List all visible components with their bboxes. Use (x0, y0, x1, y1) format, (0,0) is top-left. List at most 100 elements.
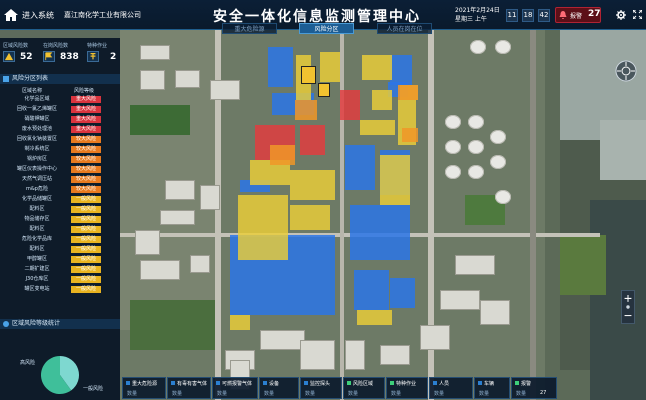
risk-level-badge: 较大风险 (71, 186, 101, 193)
zone-name: 物品储存区 (24, 216, 50, 222)
layer-toggle-card[interactable]: 监控探头数量 (300, 377, 342, 399)
stat-value: 2 (110, 52, 117, 62)
status-square-icon (433, 381, 437, 385)
tab-personnel[interactable]: 人员在岗在位 (377, 23, 432, 34)
zone-name: 回收一氯乙烯罐区 (16, 106, 57, 112)
list-icon (3, 76, 9, 82)
card-subtitle: 数量 (479, 391, 490, 397)
clock-hours: 11 (506, 9, 518, 22)
card-subtitle: 数量 (264, 391, 275, 397)
risk-zone-row[interactable]: 配料区 一般风险 (3, 205, 117, 213)
home-icon[interactable] (4, 9, 18, 21)
stat-card-area-risk: 区域风险数 52 (0, 40, 40, 65)
stat-value: 52 (20, 52, 33, 62)
risk-pie-chart (40, 356, 79, 394)
clock-seconds: 42 (538, 9, 550, 22)
card-subtitle: 数量 (516, 391, 527, 397)
layer-toggle-card[interactable]: 可燃报警气体 数量 (212, 377, 258, 399)
risk-zone-row[interactable]: J30仓库区 一般风险 (3, 275, 117, 283)
risk-zone-row[interactable]: 锅炉房区 较大风险 (3, 155, 117, 163)
card-title: 报警 (521, 381, 532, 387)
risk-zone-row[interactable]: 化学品储罐区 一般风险 (3, 195, 117, 203)
tab-risk-zones[interactable]: 风险分区 (299, 23, 354, 34)
status-square-icon (515, 381, 519, 385)
risk-zone-row[interactable]: 二期扩建区 一般风险 (3, 265, 117, 273)
risk-level-badge: 较大风险 (71, 176, 101, 183)
zone-name: m&p危险 (26, 186, 48, 192)
company-name: 嘉江南化学工业有限公司 (64, 11, 141, 19)
layer-toggle-card[interactable]: 有毒有害气体数量 (167, 377, 211, 399)
fullscreen-icon[interactable] (633, 10, 642, 19)
stat-card-duty-risk: 在岗风险数 838 (40, 40, 82, 65)
risk-zone-row[interactable]: 硝酸钾罐区 重大风险 (3, 115, 117, 123)
card-subtitle: 数量 (348, 391, 359, 397)
risk-level-badge: 一般风险 (71, 196, 101, 203)
chart-icon (3, 321, 9, 327)
risk-zone-row[interactable]: 制冷系统区 较大风险 (3, 145, 117, 153)
risk-zone-row[interactable]: 物品储存区 一般风险 (3, 215, 117, 223)
risk-level-badge: 一般风险 (71, 236, 101, 243)
risk-zone-row[interactable]: 配料区 一般风险 (3, 245, 117, 253)
tab-major-hazard[interactable]: 重大危险源 (222, 23, 277, 34)
risk-zone-row[interactable]: 化学品区域 重大风险 (3, 95, 117, 103)
stat-title: 特种作业 (87, 43, 108, 49)
risk-level-badge: 一般风险 (71, 216, 101, 223)
layer-toggle-card[interactable]: 报警 数量 27 (511, 377, 557, 399)
stat-card-special-work: 特种作业 2 (84, 40, 120, 65)
zone-name: 天然气调压站 (21, 176, 52, 182)
bottom-layer-bar: 重大危险源 数量 有毒有害气体 数量 可燃报警气体 数量 设备 数量 监控探头 数量 风险区域 数量特… (122, 377, 586, 399)
alarm-count: 27 (588, 9, 601, 19)
layer-toggle-card[interactable]: 特种作业 数量 (386, 377, 428, 399)
risk-level-badge: 一般风险 (71, 286, 101, 293)
layer-toggle-card[interactable]: 设备 数量 (259, 377, 299, 399)
card-title: 人员 (439, 381, 450, 387)
risk-zone-row[interactable]: 废水预处理池 重大风险 (3, 125, 117, 133)
card-title: 监控探头 (310, 381, 331, 387)
risk-zone-row[interactable]: 配料区 一般风险 (3, 225, 117, 233)
risk-level-badge: 较大风险 (71, 166, 101, 173)
card-subtitle: 数量 (305, 391, 316, 397)
risk-zone-row[interactable]: m&p危险 较大风险 (3, 185, 117, 193)
compass-icon[interactable] (615, 60, 637, 82)
risk-level-badge: 较大风险 (71, 156, 101, 163)
layer-toggle-card[interactable]: 风险区域 数量 (343, 377, 385, 399)
risk-level-badge: 重大风险 (71, 96, 101, 103)
risk-level-badge: 一般风险 (71, 266, 101, 273)
risk-level-badge: 重大风险 (71, 126, 101, 133)
status-square-icon (216, 381, 220, 385)
stat-title: 区域风险数 (3, 43, 29, 49)
layer-toggle-card[interactable]: 人员 数量 (429, 377, 473, 399)
risk-zone-row[interactable]: 危险化学品库 一般风险 (3, 235, 117, 243)
zone-name: J30仓库区 (25, 276, 49, 282)
risk-zone-row[interactable]: 回收一氯乙烯罐区 重大风险 (3, 105, 117, 113)
risk-zone-row[interactable]: 天然气调压站 较大风险 (3, 175, 117, 183)
view-tabs: 重大危险源 风险分区 人员在岗在位 (212, 22, 442, 35)
risk-level-badge: 重大风险 (71, 116, 101, 123)
date-display: 2021年2月24日 星期三 上午 (455, 6, 500, 24)
risk-zone-row[interactable]: 回收氯化钠装置区 较大风险 (3, 135, 117, 143)
zoom-control[interactable] (621, 290, 635, 324)
zoom-icon (624, 295, 632, 317)
alarm-button[interactable]: 报警 27 (555, 7, 601, 23)
risk-level-badge: 一般风险 (71, 246, 101, 253)
risk-zone-row[interactable]: 罐区变电站 一般风险 (3, 285, 117, 293)
enter-system-link[interactable]: 进入系统 (22, 10, 54, 21)
layer-toggle-card[interactable]: 重大危险源 数量 (122, 377, 166, 399)
gear-icon[interactable] (616, 10, 626, 20)
risk-zone-row[interactable]: 甲醇罐区 一般风险 (3, 255, 117, 263)
stat-title: 在岗风险数 (43, 43, 69, 49)
bell-icon (559, 11, 567, 19)
risk-level-badge: 一般风险 (71, 226, 101, 233)
card-title: 有毒有害气体 (177, 381, 208, 387)
status-square-icon (390, 381, 394, 385)
card-subtitle: 数量 (172, 391, 183, 397)
zone-name: 配料区 (29, 206, 45, 212)
zone-name: 废水预处理池 (21, 126, 52, 132)
risk-level-badge: 一般风险 (71, 206, 101, 213)
zone-name: 锅炉房区 (26, 156, 47, 162)
risk-level-badge: 一般风险 (71, 276, 101, 283)
risk-zone-row[interactable]: 罐区仪表操作中心 较大风险 (3, 165, 117, 173)
zone-name: 二期扩建区 (24, 266, 50, 272)
layer-toggle-card[interactable]: 车辆 数量 (474, 377, 510, 399)
weekday-text: 星期三 上午 (455, 16, 487, 23)
